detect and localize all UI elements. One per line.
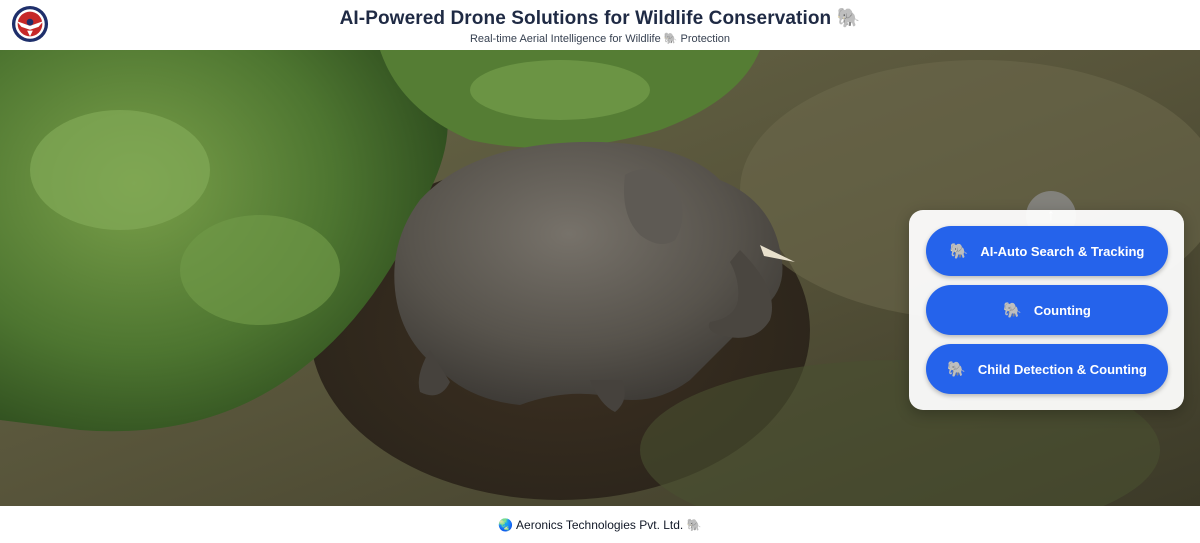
ai-auto-search-tracking-button[interactable]: 🐘 AI-Auto Search & Tracking [926, 226, 1168, 276]
elephant-icon: 🐘 [947, 360, 966, 378]
elephant-icon: 🐘 [663, 32, 678, 45]
footer-company: 🌏 Aeronics Technologies Pvt. Ltd. 🐘 [498, 518, 702, 532]
page-subtitle: Real-time Aerial Intelligence for Wildli… [469, 32, 731, 45]
action-panel: 🐘 AI-Auto Search & Tracking 🐘 Counting 🐘… [909, 210, 1184, 410]
page-header: AI-Powered Drone Solutions for Wildlife … [0, 0, 1200, 50]
elephant-icon: 🐘 [949, 242, 969, 260]
elephant-icon: 🐘 [836, 7, 861, 29]
button-label: Child Detection & Counting [977, 361, 1147, 377]
button-label: AI-Auto Search & Tracking [980, 243, 1145, 259]
button-label: Counting [1033, 302, 1091, 318]
elephant-icon: 🐘 [1003, 301, 1022, 319]
child-detection-counting-button[interactable]: 🐘 Child Detection & Counting [926, 344, 1168, 394]
globe-icon: 🌏 [498, 518, 514, 532]
elephant-icon: 🐘 [686, 518, 702, 532]
counting-button[interactable]: 🐘 Counting [926, 285, 1168, 335]
page-title: AI-Powered Drone Solutions for Wildlife … [339, 7, 861, 29]
page-footer: 🌏 Aeronics Technologies Pvt. Ltd. 🐘 [0, 506, 1200, 543]
